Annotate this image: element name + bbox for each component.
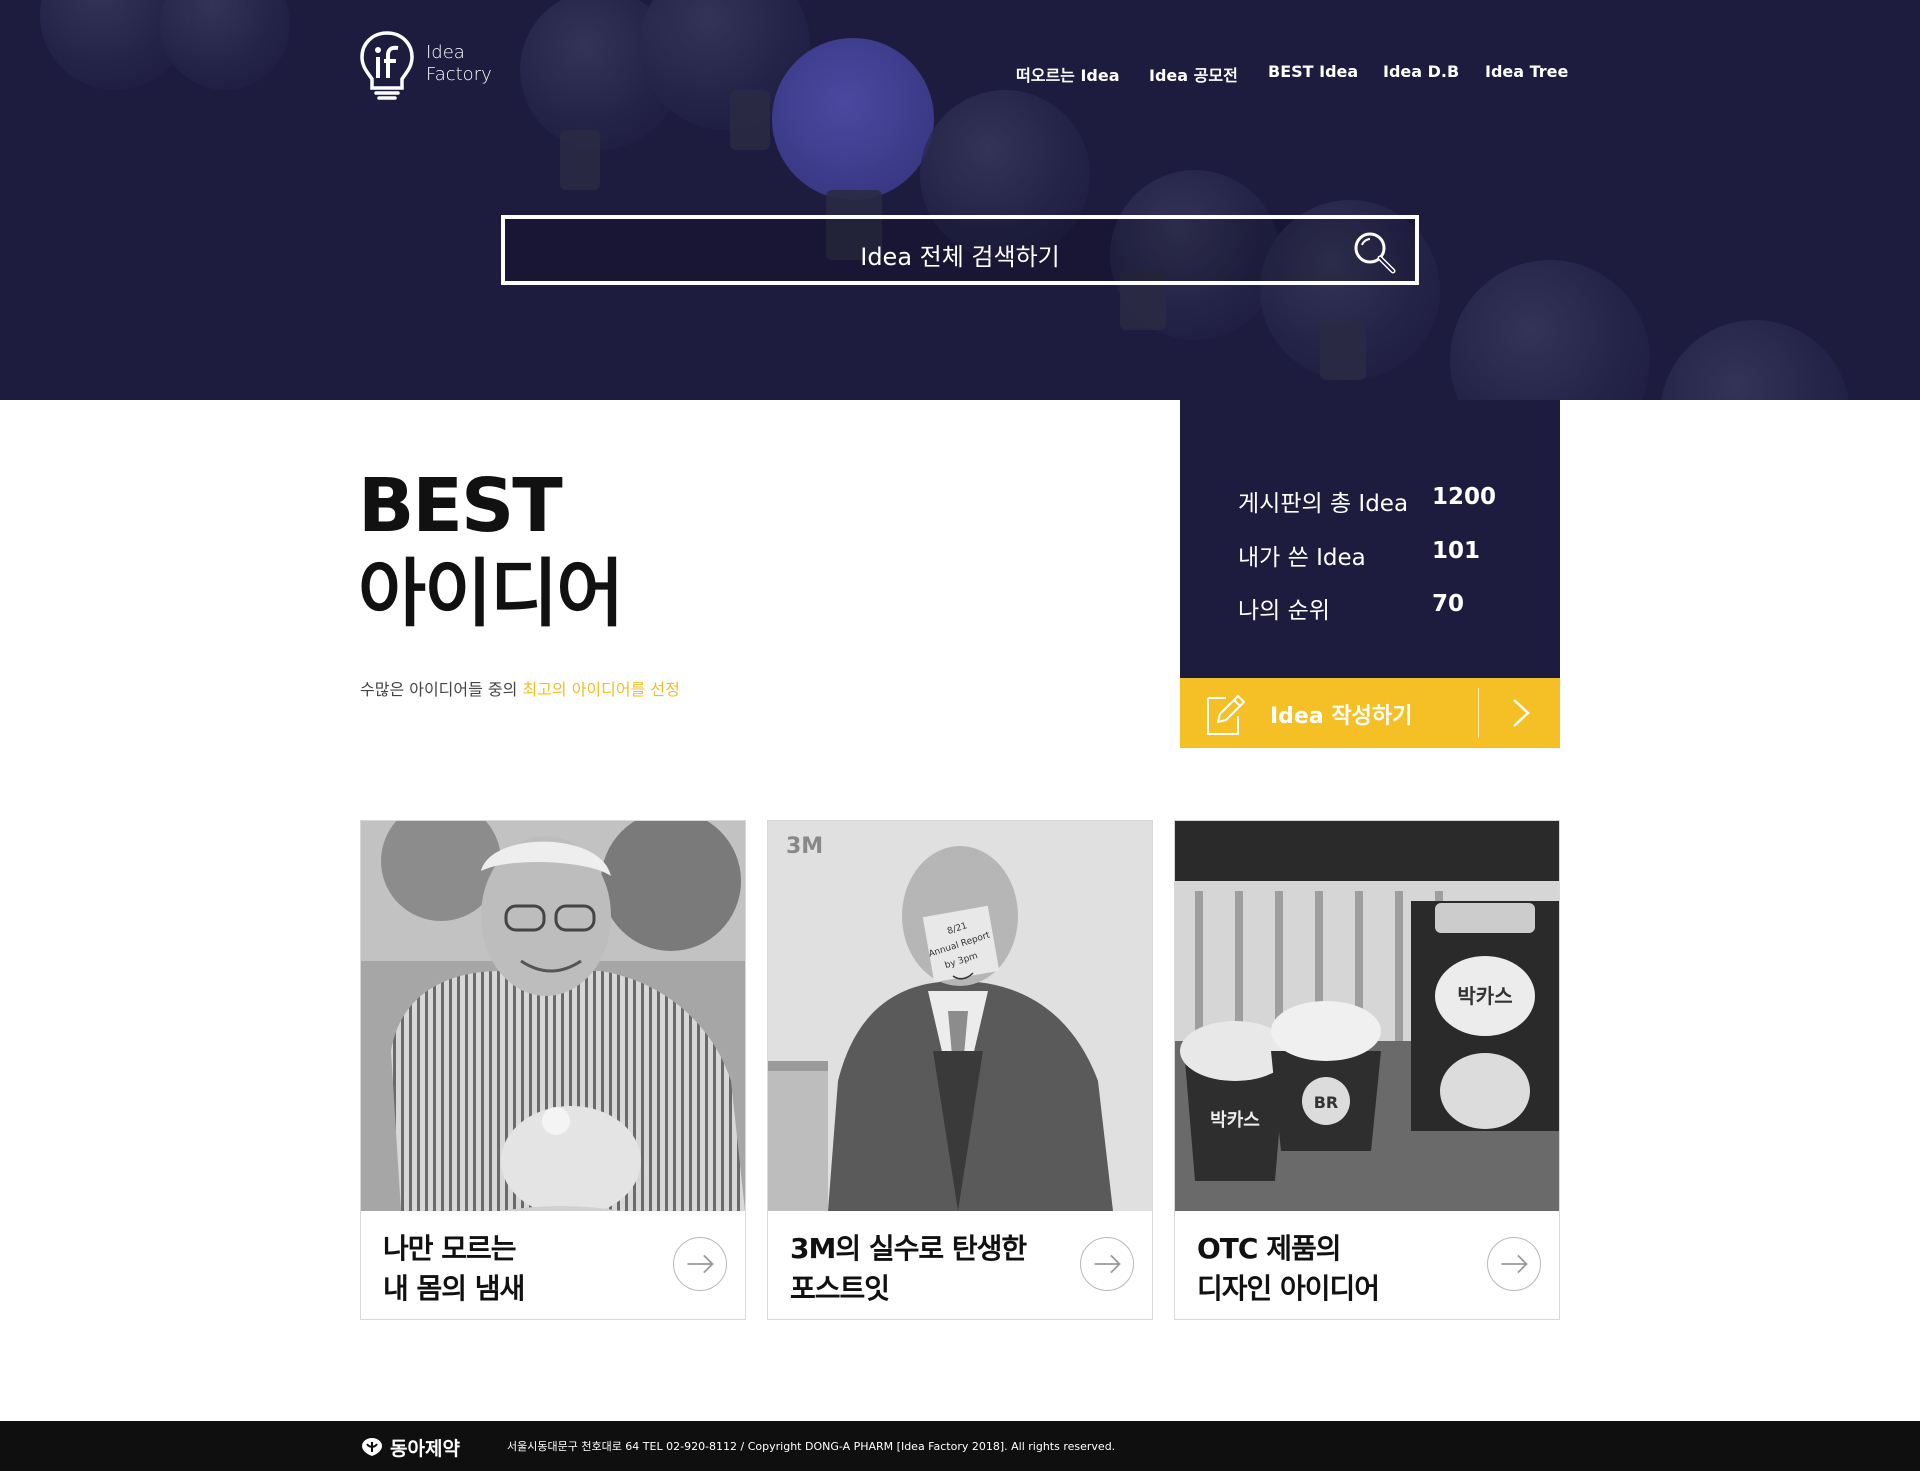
stat-row-rank: 나의 순위 70 [1238, 591, 1538, 624]
svg-text:박카스: 박카스 [1457, 984, 1512, 1008]
pencil-note-icon [1207, 695, 1245, 735]
arrow-right-circle-icon[interactable] [673, 1237, 727, 1291]
search-input[interactable]: Idea 전체 검색하기 [505, 237, 1415, 272]
nav-item-idea-db[interactable]: Idea D.B [1383, 62, 1459, 81]
button-divider [1478, 688, 1479, 738]
stat-value-rank: 70 [1432, 591, 1465, 617]
elderly-man-with-baby-photo [361, 821, 745, 1211]
card-title-line-2: 포스트잇 [790, 1272, 890, 1305]
logo-line-2: Factory [426, 64, 492, 85]
nav-item-rising-idea[interactable]: 떠오르는 Idea [1016, 62, 1120, 86]
footer-info: 서울시동대문구 천호대로 64 TEL 02-920-8112 / Copyri… [507, 1440, 1116, 1453]
card-title: 나만 모르는 내 몸의 냄새 [383, 1229, 525, 1309]
card-title: 3M의 실수로 탄생한 포스트잇 [790, 1229, 1027, 1309]
stat-row-total: 게시판의 총 Idea 1200 [1238, 484, 1538, 517]
subtitle-highlight: 최고의 아이디어를 선정 [522, 680, 680, 699]
write-idea-button[interactable]: Idea 작성하기 [1180, 678, 1560, 748]
hero-banner: Idea Factory 떠오르는 Idea Idea 공모전 BEST Ide… [0, 0, 1920, 400]
svg-text:3M: 3M [786, 834, 823, 859]
subtitle-text: 수많은 아이디어들 중의 [360, 680, 523, 699]
footer-brand: 동아제약 [390, 1438, 460, 1460]
svg-text:박카스: 박카스 [1210, 1110, 1260, 1131]
idea-card[interactable]: 8/21 Annual Report by 3pm 3M 3M의 실수로 탄생한… [767, 820, 1153, 1320]
chevron-right-icon [1513, 699, 1530, 727]
stat-label-total: 게시판의 총 Idea [1238, 491, 1409, 517]
logo[interactable]: Idea Factory [358, 30, 508, 104]
main-nav: 떠오르는 Idea Idea 공모전 BEST Idea Idea D.B Id… [1000, 62, 1568, 86]
search-icon[interactable] [1351, 229, 1397, 275]
man-with-post-it-note-photo: 8/21 Annual Report by 3pm 3M [768, 821, 1152, 1211]
bulb-lit-decoration [772, 38, 934, 200]
write-idea-label: Idea 작성하기 [1270, 704, 1413, 729]
stat-label-rank: 나의 순위 [1238, 598, 1330, 624]
bulb-decoration [1450, 260, 1650, 400]
arrow-right-circle-icon[interactable] [1080, 1237, 1134, 1291]
bulb-base-decoration [730, 90, 770, 150]
stat-value-mine: 101 [1432, 538, 1481, 564]
stats-panel: 게시판의 총 Idea 1200 내가 쓴 Idea 101 나의 순위 70 [1180, 400, 1560, 678]
bacchus-ice-cream-photo: 박카스 박카스 BR [1175, 821, 1559, 1211]
card-title-line-1: OTC 제품의 [1197, 1232, 1341, 1265]
dong-a-logo-icon [362, 1438, 382, 1456]
card-title: OTC 제품의 디자인 아이디어 [1197, 1229, 1380, 1309]
logo-text: Idea Factory [426, 42, 492, 86]
bulb-base-decoration [560, 130, 600, 190]
card-title-line-1: 나만 모르는 [383, 1232, 517, 1265]
svg-text:BR: BR [1314, 1093, 1339, 1112]
bulb-decoration [1660, 320, 1850, 400]
nav-item-idea-contest[interactable]: Idea 공모전 [1149, 62, 1238, 86]
page-title-line-1: BEST [358, 463, 563, 549]
logo-line-1: Idea [426, 42, 465, 63]
idea-card[interactable]: 박카스 박카스 BR OTC 제품의 디자인 아이디어 [1174, 820, 1560, 1320]
card-title-line-1: 3M의 실수로 탄생한 [790, 1232, 1027, 1265]
stat-row-mine: 내가 쓴 Idea 101 [1238, 538, 1538, 571]
footer: 동아제약 서울시동대문구 천호대로 64 TEL 02-920-8112 / C… [0, 1421, 1920, 1471]
nav-item-idea-tree[interactable]: Idea Tree [1485, 62, 1568, 81]
nav-item-best-idea[interactable]: BEST Idea [1268, 62, 1358, 81]
card-title-line-2: 내 몸의 냄새 [383, 1272, 525, 1305]
card-title-line-2: 디자인 아이디어 [1197, 1272, 1380, 1305]
page-title-line-2: 아이디어 [358, 551, 624, 637]
search-box[interactable]: Idea 전체 검색하기 [501, 215, 1419, 285]
idea-card[interactable]: 나만 모르는 내 몸의 냄새 [360, 820, 746, 1320]
bulb-base-decoration [1320, 320, 1366, 380]
bulb-decoration [160, 0, 290, 90]
lightbulb-logo-icon [360, 31, 414, 100]
stat-value-total: 1200 [1432, 484, 1497, 510]
arrow-right-circle-icon[interactable] [1487, 1237, 1541, 1291]
page-title: BEST 아이디어 [358, 462, 624, 638]
stat-label-mine: 내가 쓴 Idea [1238, 545, 1366, 571]
page-subtitle: 수많은 아이디어들 중의 최고의 아이디어를 선정 [360, 676, 680, 700]
